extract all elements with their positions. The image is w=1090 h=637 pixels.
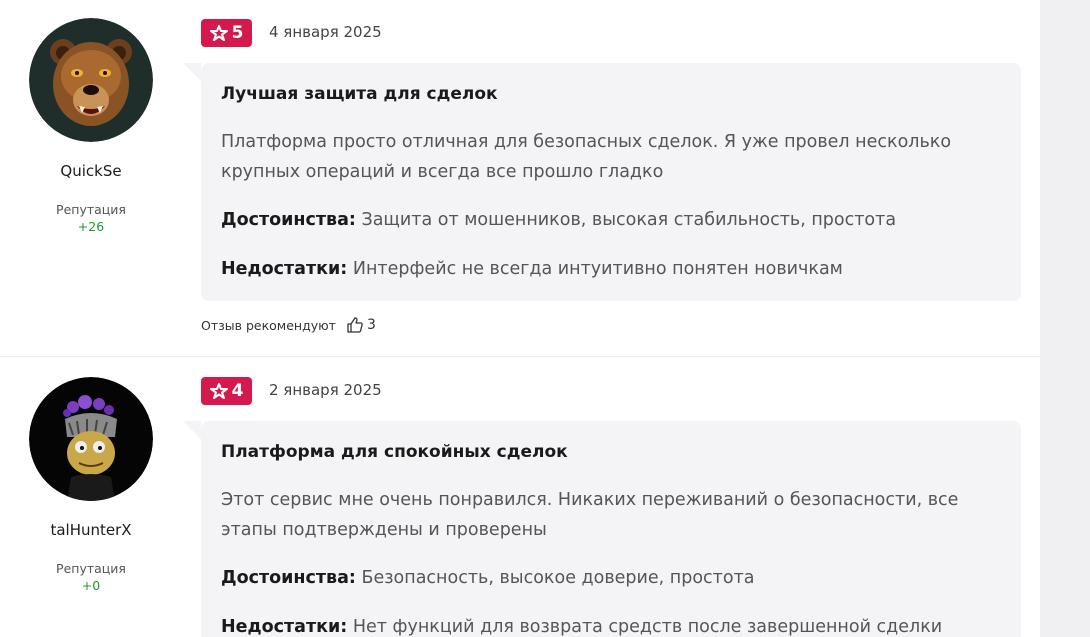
rating-star-icon [209,25,228,41]
review-pros: Достоинства: Безопасность, высокое довер… [221,563,1001,593]
author-name[interactable]: talHunterX [0,521,182,539]
review-date: 4 января 2025 [269,23,382,41]
review-title: Лучшая защита для сделок [221,84,498,104]
review-pros: Достоинства: Защита от мошенников, высок… [221,205,1001,235]
review-cons: Недостатки: Нет функций для возврата сре… [221,612,1001,637]
review-body: Платформа для спокойных сделок Этот серв… [183,421,1021,637]
avatar[interactable] [29,18,153,142]
review-card: talHunterX Репутация +0 4 2 января 2025 … [0,358,1040,637]
author-name[interactable]: QuickSe [0,162,182,180]
reputation-value: +0 [81,578,101,593]
rating-star-icon [209,383,228,399]
recommend-button[interactable]: 3 [346,316,376,334]
review-recommend: Отзыв рекомендуют 3 [201,316,376,334]
avatar[interactable] [29,377,153,501]
review-text: Этот сервис мне очень понравился. Никаки… [221,490,959,540]
rating-value: 4 [231,381,244,401]
review-body: Лучшая защита для сделок Платформа прост… [183,63,1021,301]
pros-label: Достоинства: [221,210,356,230]
cons-label: Недостатки: [221,617,348,637]
rating-badge: 4 [201,377,252,405]
review-title: Платформа для спокойных сделок [221,442,568,462]
reputation-value: +26 [77,219,105,234]
rating-badge: 5 [201,19,252,47]
reputation-label: Репутация [56,561,126,576]
cons-text: Интерфейс не всегда интуитивно понятен н… [352,259,843,279]
pros-text: Защита от мошенников, высокая стабильнос… [361,210,897,230]
bear-avatar-icon [29,18,153,142]
thumbs-up-icon [347,317,363,333]
recommend-label: Отзыв рекомендуют [201,317,336,333]
review-card: QuickSe Репутация +26 5 4 января 2025 Лу… [0,0,1040,357]
pros-text: Безопасность, высокое доверие, простота [361,568,755,588]
character-avatar-icon [29,377,153,501]
recommend-count: 3 [366,317,376,333]
rating-value: 5 [231,23,244,43]
review-date: 2 января 2025 [269,381,382,399]
reviews-page: QuickSe Репутация +26 5 4 января 2025 Лу… [0,0,1040,637]
review-text: Платформа просто отличная для безопасных… [221,132,952,182]
cons-text: Нет функций для возврата средств после з… [352,617,943,637]
cons-label: Недостатки: [221,259,348,279]
review-cons: Недостатки: Интерфейс не всегда интуитив… [221,254,1001,284]
pros-label: Достоинства: [221,568,356,588]
reputation-label: Репутация [56,202,126,217]
